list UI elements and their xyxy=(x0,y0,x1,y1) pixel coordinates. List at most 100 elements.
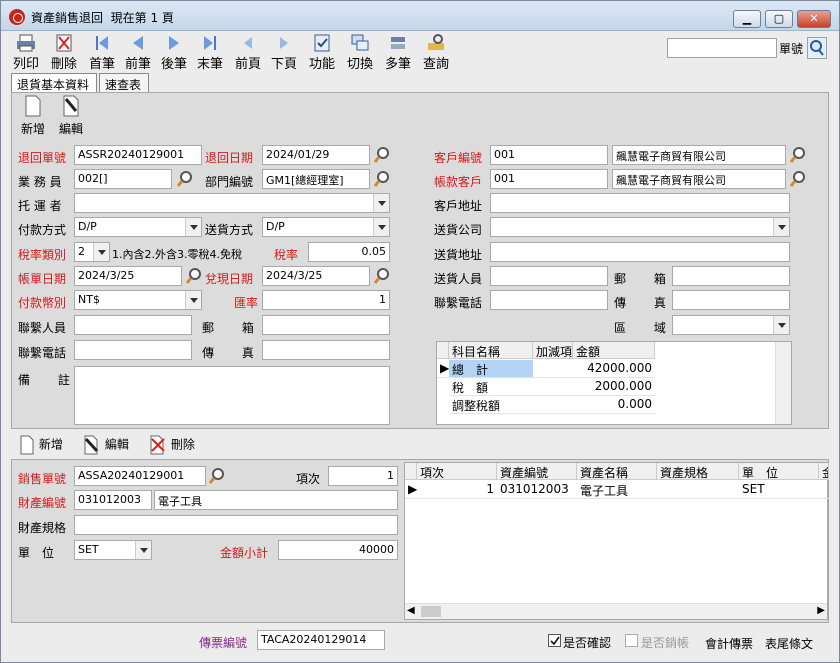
delete-button[interactable]: 刪除 xyxy=(49,33,79,73)
salesperson-field[interactable]: 002[] xyxy=(74,169,172,189)
totals-grid: 科目名稱 加減項 金額 ▶ 總 計 42000.000 稅 額 2000.000… xyxy=(436,341,792,425)
ship-company-select[interactable] xyxy=(490,217,790,237)
first-record-button[interactable]: 首筆 xyxy=(87,33,117,73)
minimize-button[interactable]: ▁ xyxy=(733,10,761,28)
confirmed-checkbox[interactable] xyxy=(548,634,561,647)
sales-no-lookup-icon[interactable] xyxy=(208,467,226,485)
app-window: 資產銷售退回 現在第 1 頁 ▁ ▢ ✕ 列印 刪除 首筆 前筆 後筆 末筆 前… xyxy=(0,0,840,663)
sales-no-field[interactable]: ASSA20240129001 xyxy=(74,466,206,486)
exchange-rate-field[interactable]: 1 xyxy=(262,290,390,310)
voucher-field[interactable]: TACA20240129014 xyxy=(257,630,385,650)
edit-header-button[interactable]: 編輯 xyxy=(56,95,86,139)
return-date-lookup-icon[interactable] xyxy=(373,146,391,164)
print-button[interactable]: 列印 xyxy=(11,33,41,73)
cash-date-field[interactable]: 2024/3/25 xyxy=(262,266,370,286)
asset-no-field[interactable]: 031012003 xyxy=(74,490,152,510)
tab-return-basic[interactable]: 退貨基本資料 xyxy=(11,73,97,93)
chevron-down-icon xyxy=(773,218,789,236)
posted-checkbox[interactable] xyxy=(625,634,638,647)
dept-lookup-icon[interactable] xyxy=(373,170,391,188)
table-row[interactable]: 稅 額 xyxy=(449,378,533,396)
tax-type-label: 稅率類別 xyxy=(18,248,67,262)
account-customer-no-field[interactable]: 001 xyxy=(490,169,608,189)
multi-record-button[interactable]: 多筆 xyxy=(383,33,413,73)
prev-arrow-icon xyxy=(133,36,143,50)
salesperson-lookup-icon[interactable] xyxy=(176,170,194,188)
delete-doc-icon xyxy=(56,34,72,52)
currency-select[interactable]: NT$ xyxy=(74,290,202,310)
account-customer-name-field[interactable]: 飆慧電子商貿有限公司 xyxy=(612,169,786,189)
tax-type-select[interactable]: 2 xyxy=(74,242,110,262)
pay-method-select[interactable]: D/P xyxy=(74,217,202,237)
scroll-left-icon[interactable]: ◀ xyxy=(407,605,415,616)
maximize-button[interactable]: ▢ xyxy=(765,10,793,28)
item-no-field[interactable]: 1 xyxy=(328,466,398,486)
customer-name-field[interactable]: 飆慧電子商貿有限公司 xyxy=(612,145,786,165)
bill-date-field[interactable]: 2024/3/25 xyxy=(74,266,182,286)
customer-lookup-icon[interactable] xyxy=(789,146,807,164)
footnote-link[interactable]: 表尾條文 xyxy=(765,635,813,652)
edit-detail-button[interactable]: 編輯 xyxy=(83,435,129,455)
contact-phone-field[interactable] xyxy=(490,290,608,310)
delete-doc-icon xyxy=(150,435,165,455)
return-date-field[interactable]: 2024/01/29 xyxy=(262,145,370,165)
table-row[interactable]: 1 xyxy=(417,481,497,499)
delete-detail-button[interactable]: 刪除 xyxy=(149,435,195,455)
prev-page-button[interactable]: 前頁 xyxy=(233,33,263,73)
add-header-button[interactable]: 新增 xyxy=(18,95,48,139)
subtotal-field[interactable]: 40000 xyxy=(278,540,398,560)
contact-person-field[interactable] xyxy=(74,315,192,335)
return-no-field[interactable]: ASSR20240129001 xyxy=(74,145,202,165)
postal2-field[interactable] xyxy=(262,315,390,335)
remark-textarea[interactable] xyxy=(74,366,390,425)
contact-phone2-field[interactable] xyxy=(74,340,192,360)
function-button[interactable]: 功能 xyxy=(307,33,337,73)
ship-address-field[interactable] xyxy=(490,242,790,262)
checkmark-icon xyxy=(550,636,560,646)
switch-button[interactable]: 切換 xyxy=(345,33,375,73)
region-label: 區 域 xyxy=(614,321,678,335)
unit-select[interactable]: SET xyxy=(74,540,152,560)
ship-method-label: 送貨方式 xyxy=(205,223,254,237)
ship-person-field[interactable] xyxy=(490,266,608,286)
scroll-right-icon[interactable]: ▶ xyxy=(817,605,825,616)
table-row[interactable]: 總 計 xyxy=(449,360,533,378)
account-customer-lookup-icon[interactable] xyxy=(789,170,807,188)
dept-field[interactable]: GM1[總經理室] xyxy=(262,169,370,189)
chevron-down-icon xyxy=(135,541,151,559)
row-pointer-icon: ▶ xyxy=(437,360,449,378)
close-button[interactable]: ✕ xyxy=(797,10,831,28)
search-button[interactable] xyxy=(807,37,827,59)
next-page-button[interactable]: 下頁 xyxy=(269,33,299,73)
bill-date-lookup-icon[interactable] xyxy=(185,267,203,285)
spec-field[interactable] xyxy=(74,515,398,535)
accounting-voucher-link[interactable]: 會計傳票 xyxy=(705,635,753,652)
spec-label: 財產規格 xyxy=(18,521,67,535)
fax2-field[interactable] xyxy=(262,340,390,360)
tab-quick-lookup[interactable]: 速查表 xyxy=(99,73,149,93)
postal-field[interactable] xyxy=(672,266,790,286)
tax-rate-label: 稅率 xyxy=(274,248,299,262)
chevron-down-icon xyxy=(185,291,201,309)
carrier-select[interactable] xyxy=(74,193,390,213)
printer-icon xyxy=(17,34,35,52)
record-no-search-input[interactable] xyxy=(667,38,777,58)
totals-scrollbar[interactable] xyxy=(775,342,791,424)
add-detail-button[interactable]: 新增 xyxy=(19,435,63,455)
last-record-button[interactable]: 末筆 xyxy=(195,33,225,73)
detail-hscrollbar[interactable]: ◀ ▶ xyxy=(405,603,827,619)
table-row[interactable]: 調整稅額 xyxy=(449,396,533,414)
prev-record-button[interactable]: 前筆 xyxy=(123,33,153,73)
fax-field[interactable] xyxy=(672,290,790,310)
query-button[interactable]: 查詢 xyxy=(421,33,451,73)
region-select[interactable] xyxy=(672,315,790,335)
detail-header-asset-name: 資產名稱 xyxy=(577,463,657,480)
cash-date-lookup-icon[interactable] xyxy=(373,267,391,285)
customer-no-field[interactable]: 001 xyxy=(490,145,608,165)
customer-address-field[interactable] xyxy=(490,193,790,213)
scroll-thumb[interactable] xyxy=(421,606,441,617)
asset-name-field[interactable]: 電子工具 xyxy=(154,490,398,510)
tax-rate-field[interactable]: 0.05 xyxy=(308,242,390,262)
ship-method-select[interactable]: D/P xyxy=(262,217,390,237)
next-record-button[interactable]: 後筆 xyxy=(159,33,189,73)
